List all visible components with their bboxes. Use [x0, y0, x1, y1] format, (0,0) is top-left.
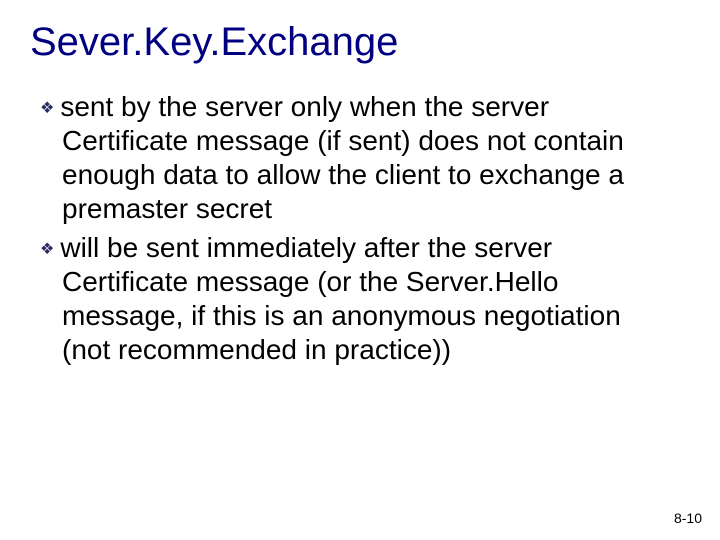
bullet-item: ❖will be sent immediately after the serv… [40, 231, 645, 368]
slide-body: ❖sent by the server only when the server… [40, 90, 645, 371]
slide-title: Sever.Key.Exchange [30, 20, 398, 65]
bullet-icon: ❖ [40, 100, 60, 117]
bullet-text: will be sent immediately after the serve… [60, 232, 620, 365]
slide: Sever.Key.Exchange ❖sent by the server o… [0, 0, 720, 540]
bullet-icon: ❖ [40, 241, 60, 258]
page-number: 8-10 [674, 510, 702, 526]
bullet-item: ❖sent by the server only when the server… [40, 90, 645, 227]
bullet-text: sent by the server only when the server … [60, 91, 624, 224]
